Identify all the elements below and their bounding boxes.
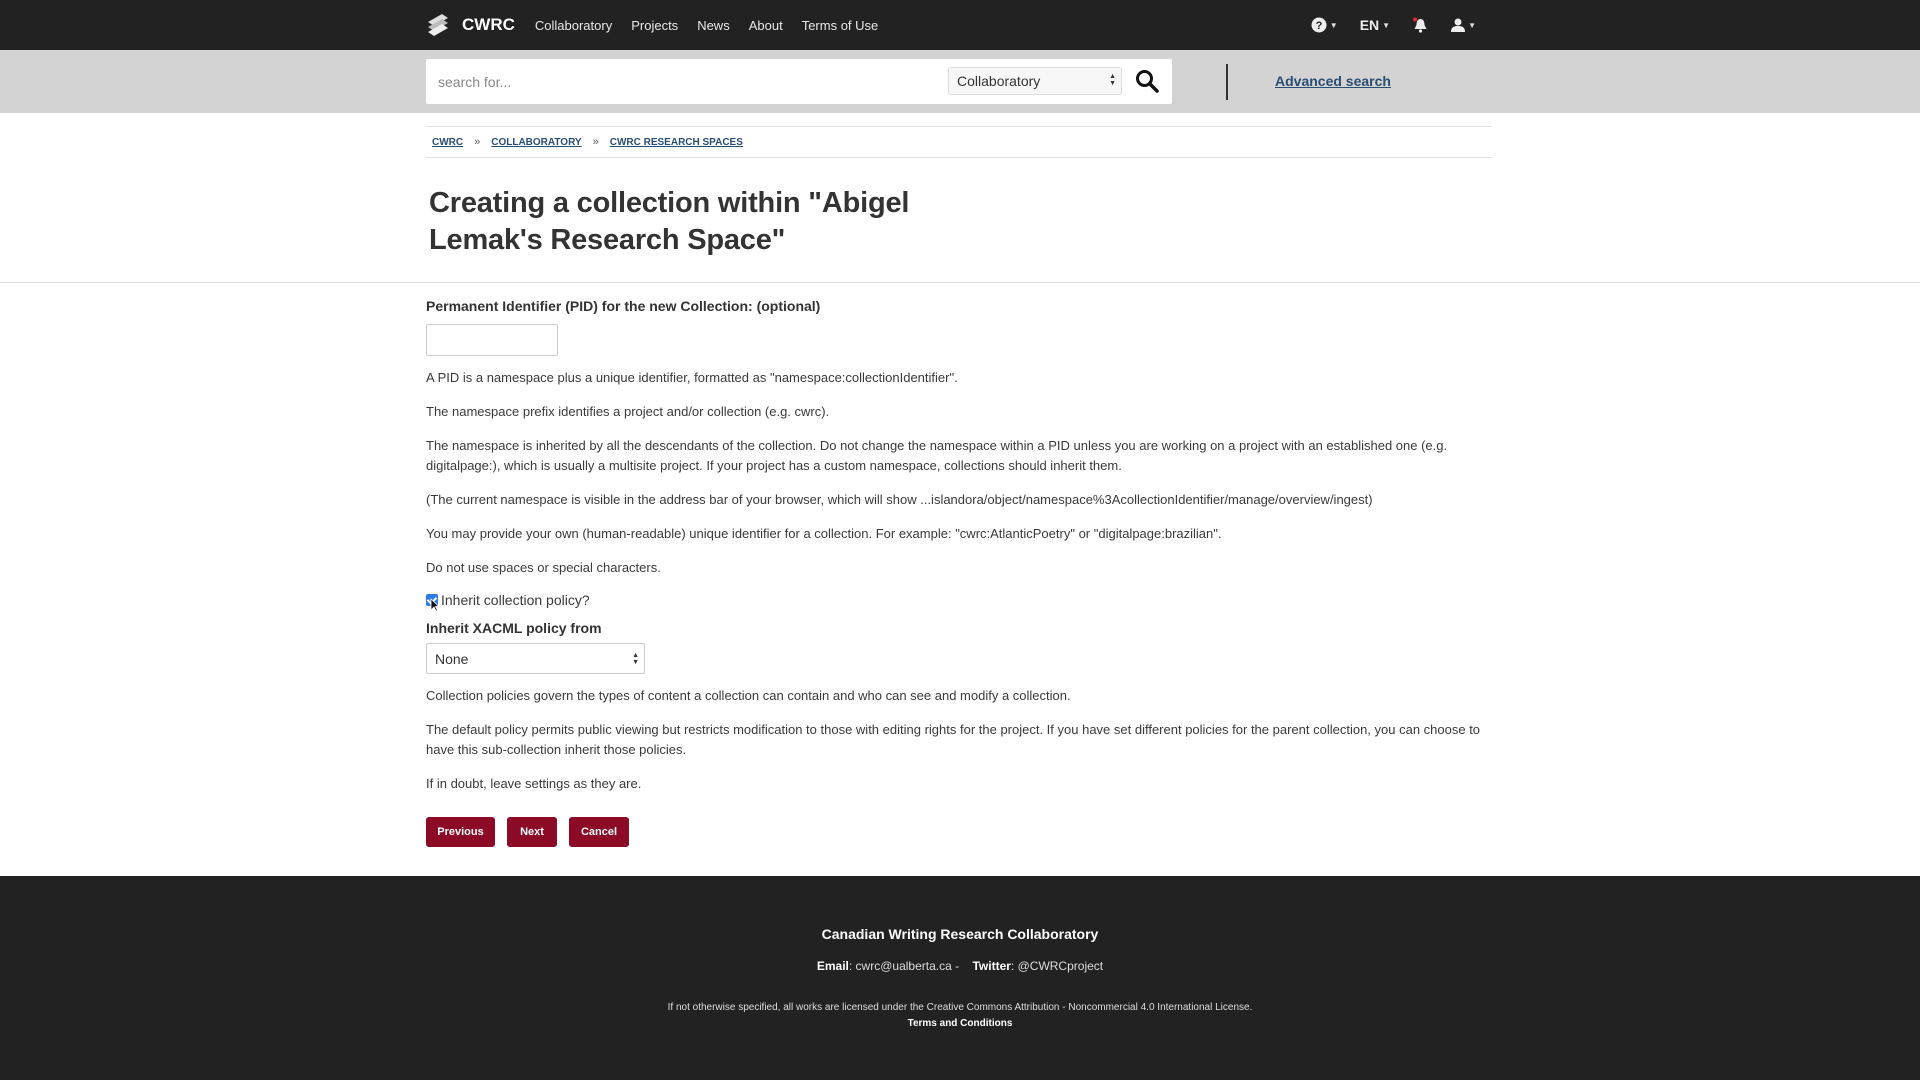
help-icon: ? [1311, 17, 1327, 33]
inherit-policy-label[interactable]: Inherit collection policy? [441, 592, 590, 608]
search-bar: Collaboratory ▲▼ Advanced search [0, 50, 1920, 113]
chevron-down-icon: ▼ [1329, 20, 1338, 30]
inherit-policy-row: Inherit collection policy? [426, 592, 1494, 612]
footer-twitter-label: Twitter [972, 959, 1011, 973]
form-buttons: Previous Next Cancel [426, 817, 1494, 847]
breadcrumb-research-spaces[interactable]: CWRC RESEARCH SPACES [610, 137, 743, 148]
bell-icon [1413, 17, 1427, 33]
pid-help-4: (The current namespace is visible in the… [426, 492, 1373, 507]
brand-logo[interactable]: CWRC [426, 12, 515, 38]
breadcrumb-separator: » [474, 136, 481, 148]
xacml-policy-select[interactable]: None ▲ ▼ [426, 643, 645, 674]
search-divider [1226, 64, 1228, 100]
chevron-down-icon: ▼ [1382, 20, 1391, 30]
footer-email-label: Email [816, 959, 849, 973]
nav-news[interactable]: News [697, 18, 730, 33]
svg-text:?: ? [1315, 20, 1322, 32]
cwrc-logo-icon [428, 14, 448, 36]
notifications-button[interactable] [1412, 17, 1429, 33]
pid-help-2: The namespace prefix identifies a projec… [426, 404, 830, 419]
breadcrumb-separator: » [592, 136, 599, 148]
footer-email[interactable]: : cwrc@ualberta.ca - [849, 959, 963, 973]
select-arrows-icon: ▲ ▼ [1109, 73, 1116, 87]
title-divider [0, 282, 1920, 283]
nav-projects[interactable]: Projects [631, 18, 678, 33]
previous-button[interactable]: Previous [426, 817, 495, 847]
pid-help-5: You may provide your own (human-readable… [426, 526, 1222, 541]
pid-input[interactable] [426, 324, 558, 356]
top-navbar: CWRC Collaboratory Projects News About T… [0, 0, 1920, 50]
pid-help-6: Do not use spaces or special characters. [426, 560, 661, 575]
pid-label: Permanent Identifier (PID) for the new C… [426, 298, 821, 314]
footer-terms-link[interactable]: Terms and Conditions [0, 1018, 1920, 1029]
cancel-button[interactable]: Cancel [569, 817, 629, 847]
breadcrumb-cwrc[interactable]: CWRC [432, 137, 463, 148]
search-button[interactable] [1135, 69, 1159, 98]
search-box: Collaboratory ▲▼ [426, 59, 1172, 104]
next-button[interactable]: Next [507, 817, 557, 847]
nav-collaboratory[interactable]: Collaboratory [535, 18, 612, 33]
pid-help-1: A PID is a namespace plus a unique ident… [426, 370, 958, 385]
footer-org-name: Canadian Writing Research Collaboratory [821, 926, 1099, 942]
policy-help-3: If in doubt, leave settings as they are. [426, 776, 642, 791]
breadcrumb-collaboratory[interactable]: COLLABORATORY [491, 137, 581, 148]
language-menu[interactable]: EN ▼ [1360, 17, 1390, 33]
xacml-label: Inherit XACML policy from [426, 620, 602, 636]
footer-license: If not otherwise specified, all works ar… [667, 1002, 1253, 1013]
brand-name: CWRC [462, 15, 515, 34]
search-scope-select[interactable]: Collaboratory ▲ ▼ [948, 67, 1122, 95]
collection-form: Permanent Identifier (PID) for the new C… [426, 298, 1494, 847]
breadcrumb: CWRC » COLLABORATORY » CWRC RESEARCH SPA… [426, 126, 1492, 158]
page-title: Creating a collection within "Abigel Lem… [429, 187, 910, 256]
policy-help-1: Collection policies govern the types of … [426, 688, 1071, 703]
chevron-down-icon: ▼ [1468, 20, 1476, 30]
advanced-search-link[interactable]: Advanced search [1275, 73, 1391, 89]
search-icon [1136, 70, 1159, 93]
xacml-selected-value: None [435, 651, 469, 667]
pid-help-3: The namespace is inherited by all the de… [426, 438, 1448, 473]
nav-about[interactable]: About [749, 18, 783, 33]
footer-twitter[interactable]: : @CWRCproject [1011, 959, 1103, 973]
footer: Canadian Writing Research Collaboratory … [0, 876, 1920, 1080]
footer-contact: Email: cwrc@ualberta.ca - Twitter: @CWRC… [0, 959, 1920, 973]
user-icon [1451, 18, 1466, 32]
language-label: EN [1359, 17, 1380, 33]
help-menu[interactable]: ? ▼ [1311, 17, 1338, 33]
user-menu[interactable]: ▼ [1451, 18, 1476, 32]
mouse-cursor-icon [430, 598, 440, 612]
search-scope-value: Collaboratory [957, 73, 1041, 89]
policy-help-2: The default policy permits public viewin… [426, 722, 1481, 757]
select-arrows-icon: ▲ ▼ [632, 652, 639, 666]
nav-terms-of-use[interactable]: Terms of Use [802, 18, 879, 33]
search-input[interactable] [436, 71, 940, 93]
